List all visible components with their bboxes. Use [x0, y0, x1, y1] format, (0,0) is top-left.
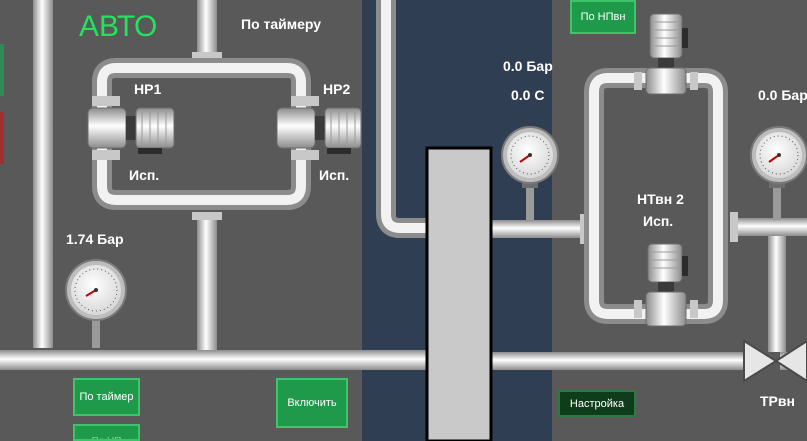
- turn-on-button[interactable]: Включить: [276, 378, 348, 428]
- pipe-loop-to-right: [730, 218, 807, 236]
- by-npvn-button[interactable]: По НПвн: [570, 0, 636, 34]
- pressure-mid-value: 0.0 Бар: [503, 58, 553, 74]
- pump-hp2-name: НР2: [323, 81, 351, 97]
- pump-hp1-name: НР1: [134, 81, 162, 97]
- pump-htvn2-status: Исп.: [643, 213, 674, 229]
- edge-indicator-green: [0, 44, 4, 96]
- main-pipe-right: [492, 352, 752, 370]
- mode-label: АВТО: [79, 10, 158, 43]
- valve-trvn-name: ТРвн: [760, 393, 795, 409]
- pipe-right-vertical: [768, 236, 786, 352]
- temp-mid-value: 0.0 С: [511, 87, 545, 103]
- pump-hp1-status: Исп.: [129, 167, 160, 183]
- flange: [192, 212, 222, 220]
- heat-exchanger[interactable]: [425, 146, 493, 441]
- pipe-inlet-to-exchanger: [376, 0, 428, 238]
- pipe-top-inlet: [197, 0, 217, 60]
- pump-htvn2-name: НТвн 2: [637, 191, 684, 207]
- settings-button[interactable]: Настройка: [558, 390, 636, 417]
- pump-hp2-status: Исп.: [319, 167, 350, 183]
- pipe-bottom-outlet: [197, 218, 217, 353]
- pressure-gauge-middle: [501, 126, 559, 220]
- pressure-right-value: 0.0 Бар: [758, 87, 807, 103]
- pressure-left-value: 1.74 Бар: [66, 231, 124, 247]
- by-timer-button[interactable]: По таймер: [73, 378, 140, 416]
- by-np-button[interactable]: По НП: [73, 424, 140, 441]
- pipe-exchanger-outlet: [490, 220, 586, 238]
- edge-indicator-red: [0, 112, 4, 164]
- pipe-left-vertical: [33, 0, 53, 348]
- timer-mode-label: По таймеру: [241, 16, 322, 32]
- main-pipe-left: [0, 350, 430, 370]
- process-diagram: [0, 0, 807, 441]
